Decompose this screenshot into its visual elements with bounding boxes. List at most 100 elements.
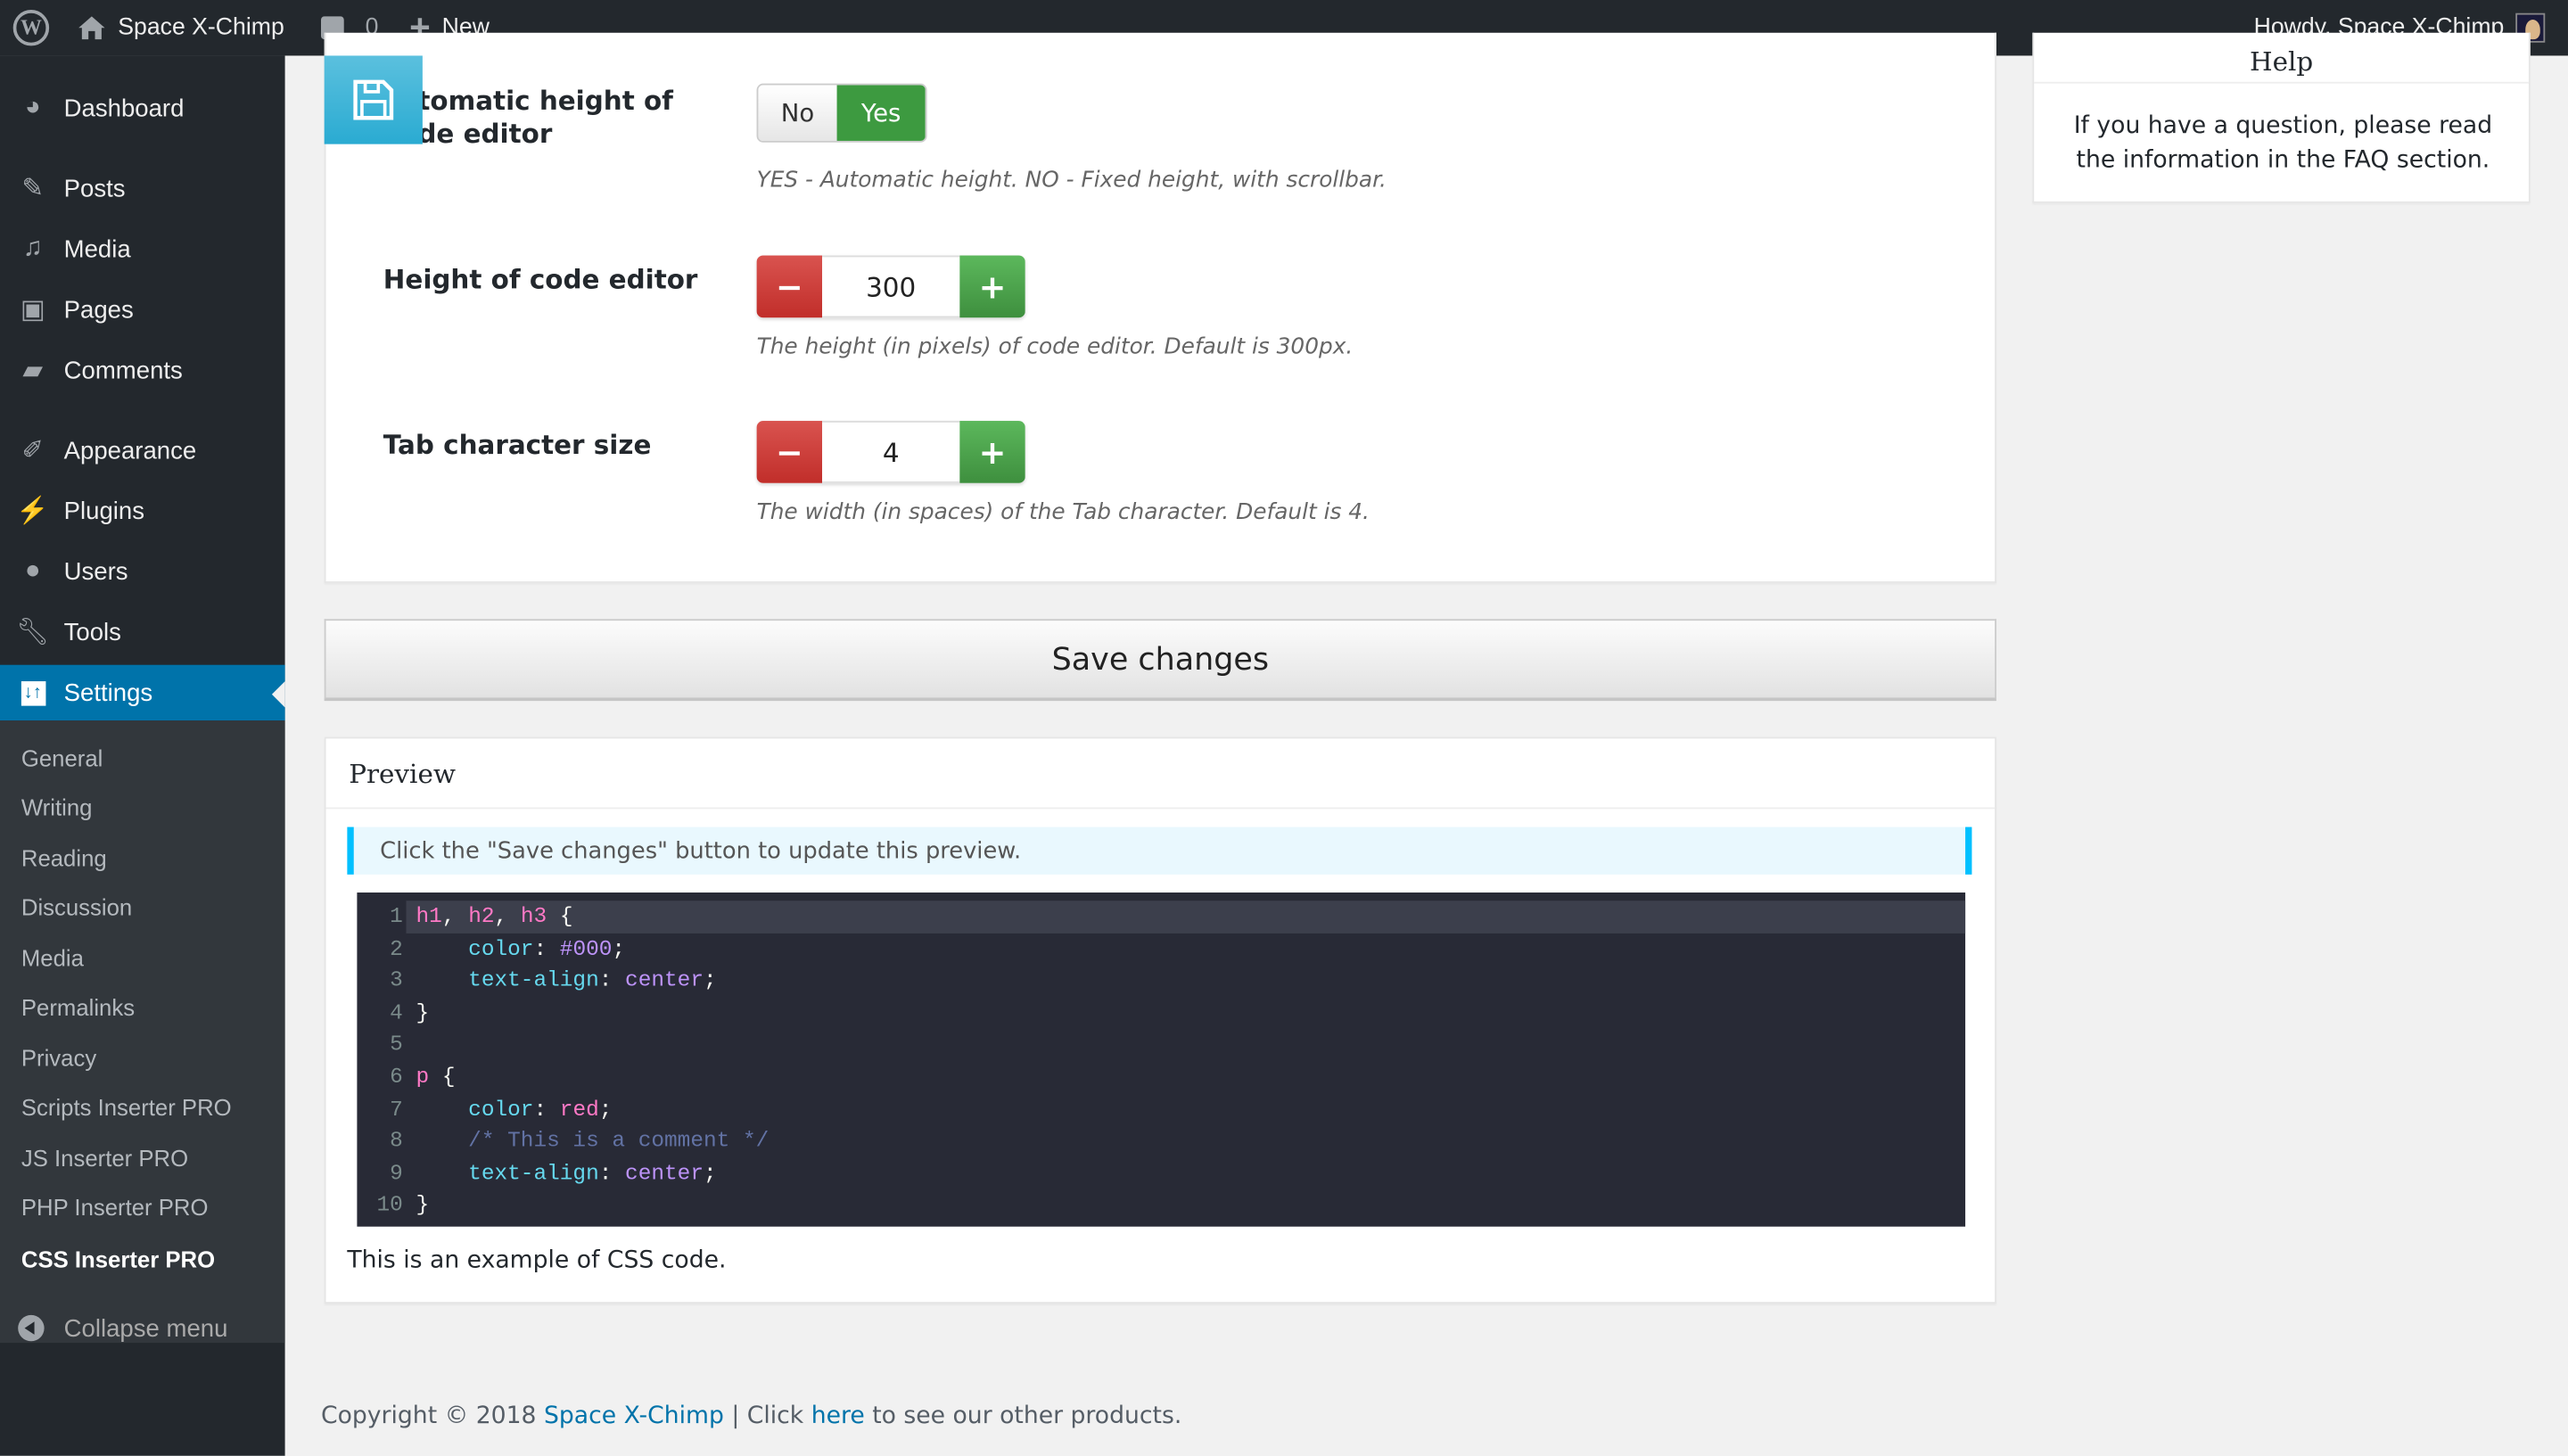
- code-token: :: [598, 967, 626, 993]
- sidebar-item-posts[interactable]: ✎ Posts: [0, 160, 285, 216]
- editor-height-hint: The height (in pixels) of code editor. D…: [756, 333, 1354, 361]
- decrement-button[interactable]: −: [756, 421, 823, 483]
- sidebar-item-label: Dashboard: [63, 94, 185, 122]
- submenu-php-inserter-pro[interactable]: PHP Inserter PRO: [21, 1194, 209, 1220]
- sidebar-item-appearance[interactable]: ✐ Appearance: [0, 423, 285, 478]
- sidebar-item-tools[interactable]: 🔧︎ Tools: [0, 605, 285, 660]
- auto-height-hint: YES - Automatic height. NO - Fixed heigh…: [756, 167, 1387, 193]
- line-number: 3: [390, 967, 403, 993]
- pin-icon: ✎: [21, 175, 45, 203]
- submenu-media[interactable]: Media: [21, 945, 84, 971]
- footer-here-link[interactable]: here: [811, 1403, 865, 1429]
- submenu-reading[interactable]: Reading: [21, 845, 107, 871]
- code-token: {: [547, 903, 573, 929]
- wp-admin-page: W Space X-Chimp 0 + New Howdy, Space X-C…: [0, 0, 2568, 1456]
- user-icon: ●: [24, 556, 41, 585]
- code-line: 5: [357, 1029, 1965, 1061]
- code-line: 8 /* This is a comment */: [357, 1125, 1965, 1157]
- footer-brand-link[interactable]: Space X-Chimp: [544, 1403, 724, 1429]
- code-preview: 1 h1, h2, h3 {2 color: #000; 3 text-align:…: [357, 893, 1966, 1227]
- editor-height-input[interactable]: [822, 255, 960, 318]
- code-token: red: [559, 1096, 599, 1122]
- submenu-css-inserter-pro[interactable]: CSS Inserter PRO: [21, 1246, 215, 1272]
- submenu-writing[interactable]: Writing: [21, 794, 93, 820]
- code-text: }: [416, 997, 430, 1029]
- plug-icon: ⚡: [16, 498, 50, 526]
- decrement-button[interactable]: −: [756, 255, 823, 318]
- line-number: 10: [376, 1192, 403, 1218]
- tab-size-hint: The width (in spaces) of the Tab charact…: [756, 499, 1370, 526]
- sidebar-item-settings[interactable]: ↓↑ Settings: [0, 664, 285, 721]
- code-token: /* This is a comment */: [468, 1128, 770, 1154]
- code-token: {: [429, 1064, 456, 1090]
- code-token: }: [416, 999, 430, 1025]
- sidebar-item-media[interactable]: ♫ Media: [0, 221, 285, 276]
- submenu-js-inserter-pro[interactable]: JS Inserter PRO: [21, 1145, 188, 1171]
- sidebar-item-users[interactable]: ● Users: [0, 544, 285, 599]
- toggle-yes-option[interactable]: Yes: [836, 85, 926, 141]
- floating-save-button[interactable]: [324, 55, 423, 144]
- sidebar-item-label: Media: [63, 234, 131, 263]
- footer-text: to see our other products.: [864, 1403, 1182, 1430]
- preview-notice: Click the "Save changes" button to updat…: [347, 827, 1972, 875]
- code-line: 2 color: #000;: [357, 933, 1965, 965]
- sidebar-item-dashboard[interactable]: ◕ Dashboard: [0, 80, 285, 136]
- code-token: ,: [494, 903, 521, 929]
- preview-description: This is an example of CSS code.: [347, 1247, 727, 1274]
- line-number: 1: [390, 903, 403, 929]
- home-icon: [78, 16, 105, 40]
- submenu-privacy[interactable]: Privacy: [21, 1045, 96, 1071]
- submenu-discussion[interactable]: Discussion: [21, 894, 132, 920]
- code-token: ,: [441, 903, 469, 929]
- code-token: h3: [520, 903, 547, 929]
- sidebar-item-pages[interactable]: ▣ Pages: [0, 282, 285, 337]
- code-line: 10}: [357, 1189, 1965, 1222]
- code-token: center: [625, 1160, 704, 1186]
- code-token: text-align: [468, 1160, 599, 1186]
- increment-button[interactable]: +: [959, 421, 1025, 483]
- sidebar-item-label: Comments: [63, 356, 183, 384]
- line-number: 2: [390, 935, 403, 961]
- tab-size-input[interactable]: [822, 421, 960, 483]
- line-number: 6: [390, 1064, 403, 1090]
- help-text: If you have a question, please read the …: [2073, 112, 2493, 174]
- footer: Copyright © 2018 Space X-Chimp | Click h…: [321, 1403, 1181, 1429]
- submenu-general[interactable]: General: [21, 745, 103, 771]
- toggle-no-option[interactable]: No: [758, 85, 837, 141]
- code-token: }: [416, 1192, 430, 1218]
- collapse-arrow-icon: [18, 1314, 45, 1342]
- code-line: 4}: [357, 997, 1965, 1029]
- submenu-permalinks[interactable]: Permalinks: [21, 994, 135, 1020]
- tab-size-stepper: − +: [756, 421, 1025, 483]
- line-number: 7: [390, 1096, 403, 1122]
- preview-title: Preview: [349, 758, 456, 790]
- submenu-scripts-inserter-pro[interactable]: Scripts Inserter PRO: [21, 1094, 232, 1120]
- code-text: /* This is a comment */: [416, 1125, 770, 1157]
- editor-height-label: Height of code editor: [383, 263, 698, 295]
- sidebar-item-label: Appearance: [63, 436, 197, 465]
- code-text: color: #000;: [416, 933, 625, 965]
- code-token: ;: [704, 967, 717, 993]
- code-token: ;: [704, 1160, 717, 1186]
- sidebar-item-label: Tools: [63, 618, 121, 646]
- wp-logo-menu[interactable]: W: [12, 0, 50, 55]
- admin-sidebar: ◕ Dashboard ✎ Posts ♫ Media ▣ Pages ▰ Co…: [0, 55, 285, 1456]
- auto-height-toggle[interactable]: No Yes: [756, 83, 927, 143]
- code-token: :: [533, 1096, 560, 1122]
- sidebar-item-plugins[interactable]: ⚡ Plugins: [0, 483, 285, 539]
- code-token: p: [416, 1064, 430, 1090]
- site-name: Space X-Chimp: [118, 14, 284, 41]
- increment-button[interactable]: +: [959, 255, 1025, 318]
- collapse-menu-label: Collapse menu: [63, 1313, 228, 1343]
- save-changes-button[interactable]: Save changes: [324, 619, 1996, 702]
- sidebar-item-comments[interactable]: ▰ Comments: [0, 342, 285, 398]
- collapse-menu-button[interactable]: Collapse menu: [0, 1300, 285, 1355]
- code-token: h2: [468, 903, 495, 929]
- site-name-link[interactable]: Space X-Chimp: [77, 0, 284, 55]
- divider: [2034, 81, 2529, 84]
